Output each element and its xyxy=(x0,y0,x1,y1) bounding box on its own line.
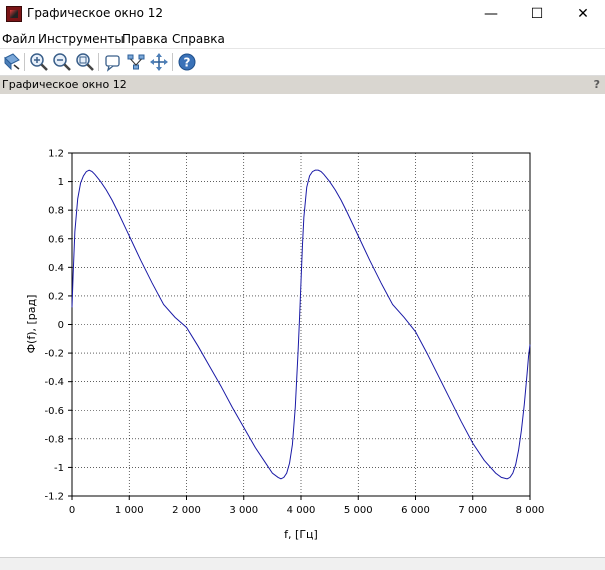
menu-edit[interactable]: Правка xyxy=(122,32,168,46)
figure-info-bar: Графическое окно 12 ? xyxy=(0,76,605,94)
rotate-icon[interactable] xyxy=(2,52,22,72)
x-tick-label: 1 000 xyxy=(115,505,144,516)
toolbar: ? xyxy=(0,49,605,76)
window-title: Графическое окно 12 xyxy=(27,6,164,20)
y-tick-label: 0.6 xyxy=(48,234,64,245)
y-tick-label: 0.8 xyxy=(48,206,64,217)
y-tick-label: -0.6 xyxy=(44,406,64,417)
maximize-button[interactable]: ☐ xyxy=(514,0,560,28)
x-axis: 0 1 000 2 000 3 000 4 000 5 000 6 000 7 000 8 00… xyxy=(69,496,545,516)
y-axis: 1.2 1 0.8 0.6 0.4 0.2 0 -0.2 -0.4 -0.6 -0.8 -1 -1.2 xyxy=(44,149,72,503)
toolbar-separator xyxy=(98,53,99,71)
help-icon[interactable]: ? xyxy=(177,52,197,72)
zoom-in-icon[interactable] xyxy=(29,52,49,72)
svg-text:?: ? xyxy=(184,56,191,70)
y-tick-label: 1.2 xyxy=(48,149,64,160)
phase-chart: 0 1 000 2 000 3 000 4 000 5 000 6 000 7 000 8 00… xyxy=(25,149,545,542)
y-tick-label: 0.2 xyxy=(48,291,64,302)
zoom-out-icon[interactable] xyxy=(52,52,72,72)
app-icon xyxy=(6,6,22,22)
menu-file[interactable]: Файл xyxy=(2,32,35,46)
menu-bar: Файл Инструменты Правка Справка xyxy=(0,29,605,49)
pan-icon[interactable] xyxy=(149,52,169,72)
y-tick-label: -0.4 xyxy=(44,377,64,388)
y-axis-label: Ф(f), [рад] xyxy=(25,295,38,354)
y-tick-label: 0 xyxy=(58,320,64,331)
x-tick-label: 7 000 xyxy=(458,505,487,516)
plot-canvas[interactable]: 0 1 000 2 000 3 000 4 000 5 000 6 000 7 000 8 00… xyxy=(0,95,605,557)
x-tick-label: 2 000 xyxy=(172,505,201,516)
x-tick-label: 6 000 xyxy=(401,505,430,516)
y-tick-label: -1 xyxy=(54,463,64,474)
y-tick-label: -0.2 xyxy=(44,349,64,360)
x-tick-label: 3 000 xyxy=(229,505,258,516)
status-bar xyxy=(0,557,605,570)
editor-icon[interactable] xyxy=(126,52,146,72)
x-tick-label: 8 000 xyxy=(516,505,545,516)
y-tick-label: 1 xyxy=(58,177,64,188)
help-question-icon[interactable]: ? xyxy=(594,78,600,91)
toolbar-separator xyxy=(172,53,173,71)
x-tick-label: 0 xyxy=(69,505,75,516)
menu-tools[interactable]: Инструменты xyxy=(38,32,124,46)
y-tick-label: -0.8 xyxy=(44,434,64,445)
title-bar: Графическое окно 12 — ☐ ✕ xyxy=(0,0,605,28)
datatip-icon[interactable] xyxy=(103,52,123,72)
close-button[interactable]: ✕ xyxy=(560,0,605,28)
y-tick-label: 0.4 xyxy=(48,263,64,274)
y-tick-label: -1.2 xyxy=(44,492,64,503)
minimize-button[interactable]: — xyxy=(468,0,514,28)
x-tick-label: 4 000 xyxy=(287,505,316,516)
figure-title: Графическое окно 12 xyxy=(2,78,127,91)
toolbar-separator xyxy=(24,53,25,71)
x-tick-label: 5 000 xyxy=(344,505,373,516)
x-axis-label: f, [Гц] xyxy=(284,528,318,541)
menu-help[interactable]: Справка xyxy=(172,32,225,46)
zoom-area-icon[interactable] xyxy=(75,52,95,72)
